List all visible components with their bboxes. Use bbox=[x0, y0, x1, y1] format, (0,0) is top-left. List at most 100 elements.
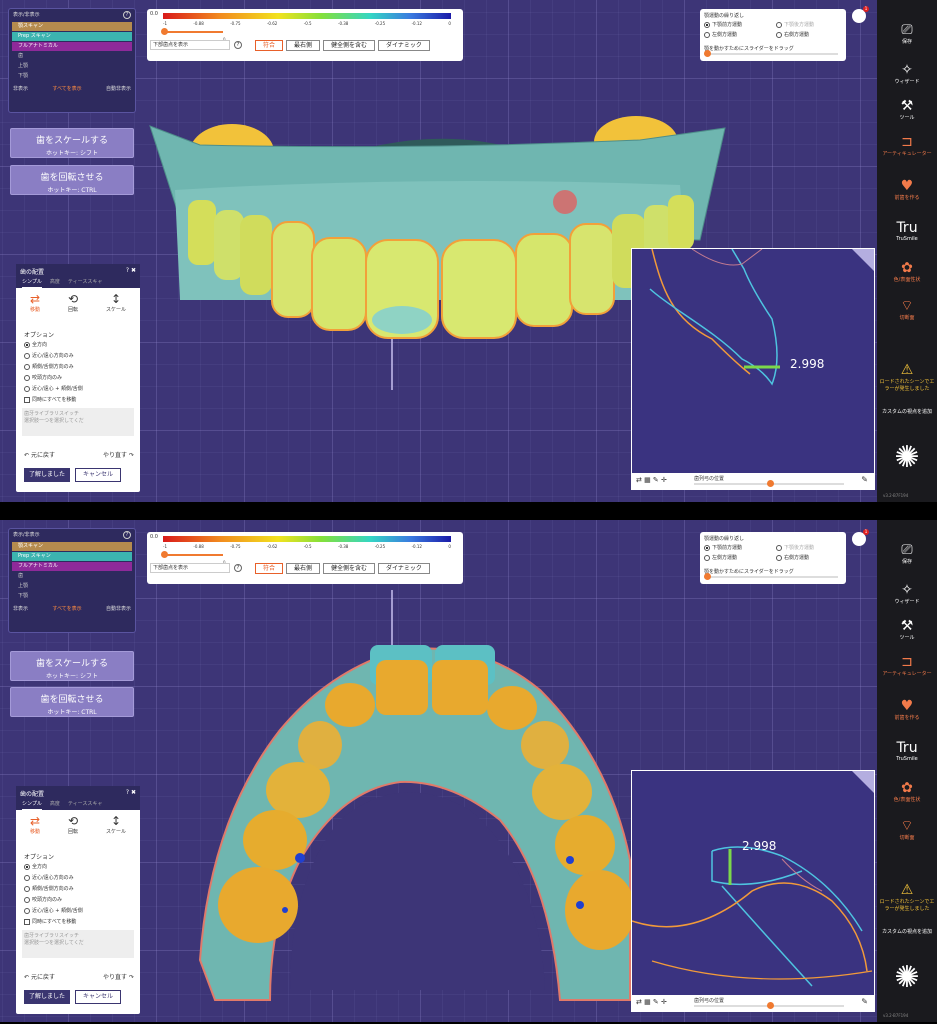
mode-button-rightmost[interactable]: 最右側 bbox=[286, 40, 321, 51]
visibility-upper-jaw[interactable]: 上顎 bbox=[12, 582, 132, 591]
visibility-row-prep-scan[interactable]: Prep スキャン bbox=[12, 552, 132, 561]
toolbar-articulator[interactable]: ⊐ アーティキュレーター bbox=[877, 134, 937, 157]
auto-hide-link[interactable]: 自動非表示 bbox=[106, 605, 131, 612]
tooth-library-switch[interactable]: 歯牙ライブラリスイッチ 選択肢一つを選択してくだ bbox=[22, 930, 134, 958]
visibility-row-full-anatomical[interactable]: フルアナトミカル bbox=[12, 562, 132, 571]
section-corner-handle[interactable] bbox=[852, 771, 874, 793]
brush-icon[interactable]: ✎ bbox=[861, 475, 868, 484]
option-buccal-lingual[interactable]: 頬側/舌側方向のみ bbox=[24, 884, 83, 895]
viewport-front-view[interactable]: 表示/非表示 ? 顎スキャン Prep スキャン フルアナトミカル 歯 上顎 下… bbox=[0, 0, 937, 502]
toolbar-save[interactable]: ⎚ 保存 bbox=[877, 22, 937, 45]
section-corner-handle[interactable] bbox=[852, 249, 874, 271]
toolbar-wizard[interactable]: ✧ ウィザード bbox=[877, 582, 937, 605]
section-tool-icons[interactable]: ⇄ ▦ ✎ ✛ bbox=[636, 998, 667, 1006]
scale-teeth-button[interactable]: 歯をスケールする ホットキー: シフト bbox=[10, 651, 134, 681]
help-icon[interactable]: ? bbox=[234, 41, 242, 49]
visibility-row-jaw-scan[interactable]: 顎スキャン bbox=[12, 22, 132, 31]
section-tool-icons[interactable]: ⇄ ▦ ✎ ✛ bbox=[636, 476, 667, 484]
movement-slider-knob[interactable] bbox=[704, 50, 711, 57]
movement-slider-track[interactable] bbox=[704, 53, 838, 55]
view-orientation-icon[interactable]: ✺ bbox=[877, 960, 937, 995]
cross-section-view[interactable]: 2.998 ⇄ ▦ ✎ ✛ 歯列弓の位置 ✎ bbox=[631, 248, 875, 490]
option-move-all[interactable]: 同時にすべてを移動 bbox=[24, 395, 83, 406]
redo-button[interactable]: やり直す ↷ bbox=[103, 972, 134, 981]
undo-button[interactable]: ↶ 元に戻す bbox=[24, 972, 55, 981]
add-custom-view[interactable]: カスタムの視点を追加 bbox=[877, 928, 937, 935]
option-cusp[interactable]: 咬頭方向のみ bbox=[24, 373, 83, 384]
visibility-group-teeth[interactable]: 歯 bbox=[12, 52, 132, 61]
brush-icon[interactable]: ✎ bbox=[861, 997, 868, 1006]
visibility-row-full-anatomical[interactable]: フルアナトミカル bbox=[12, 42, 132, 51]
mode-rotate[interactable]: ⟲ 回転 bbox=[68, 814, 78, 835]
toolbar-tooth-design[interactable]: ♥ 前歯を作る bbox=[877, 178, 937, 201]
mode-button-rightmost[interactable]: 最右側 bbox=[286, 563, 321, 574]
toolbar-tools[interactable]: ⚒ ツール bbox=[877, 618, 937, 641]
help-icon[interactable]: ? bbox=[234, 564, 242, 572]
mode-button-include-healthy[interactable]: 健全側を含む bbox=[323, 563, 376, 574]
mode-button-match[interactable]: 符合 bbox=[255, 40, 284, 51]
ok-button[interactable]: 了解しました bbox=[24, 990, 70, 1004]
visibility-upper-jaw[interactable]: 上顎 bbox=[12, 62, 132, 71]
threshold-slider-knob[interactable] bbox=[161, 28, 168, 35]
toolbar-color[interactable]: ✿ 色/表面性状 bbox=[877, 780, 937, 803]
rotate-teeth-button[interactable]: 歯を回転させる ホットキー: CTRL bbox=[10, 165, 134, 195]
movement-slider-track[interactable] bbox=[704, 576, 838, 578]
cancel-button[interactable]: キャンセル bbox=[75, 990, 121, 1004]
display-select[interactable]: 下部歯点を表示 bbox=[150, 40, 230, 50]
threshold-slider-knob[interactable] bbox=[161, 551, 168, 558]
redo-button[interactable]: やり直す ↷ bbox=[103, 450, 134, 459]
threshold-slider-track[interactable] bbox=[163, 31, 223, 33]
notification-bell-icon[interactable]: 1 bbox=[852, 6, 869, 23]
movement-option[interactable]: 右側方運動 bbox=[776, 554, 809, 561]
toolbar-save[interactable]: ⎚ 保存 bbox=[877, 542, 937, 565]
tab-advanced[interactable]: 高度 bbox=[50, 278, 60, 288]
tab-tooth-scan[interactable]: ティーススキャ bbox=[68, 278, 102, 288]
movement-option[interactable]: 下顎前方運動 bbox=[704, 544, 742, 551]
movement-option[interactable]: 下顎後方運動 bbox=[776, 21, 814, 28]
toolbar-articulator[interactable]: ⊐ アーティキュレーター bbox=[877, 654, 937, 677]
movement-option[interactable]: 右側方運動 bbox=[776, 31, 809, 38]
movement-option[interactable]: 左側方運動 bbox=[704, 31, 737, 38]
mode-button-include-healthy[interactable]: 健全側を含む bbox=[323, 40, 376, 51]
cancel-button[interactable]: キャンセル bbox=[75, 468, 121, 482]
option-all-directions[interactable]: 全方向 bbox=[24, 862, 83, 873]
show-all-link[interactable]: すべてを表示 bbox=[52, 605, 81, 612]
help-icon[interactable]: ? bbox=[126, 267, 129, 274]
toolbar-wizard[interactable]: ✧ ウィザード bbox=[877, 62, 937, 85]
tab-tooth-scan[interactable]: ティーススキャ bbox=[68, 800, 102, 810]
scale-teeth-button[interactable]: 歯をスケールする ホットキー: シフト bbox=[10, 128, 134, 158]
arch-position-knob[interactable] bbox=[767, 480, 774, 487]
option-combined[interactable]: 近心/遠心 + 頬側/舌側 bbox=[24, 906, 83, 917]
hide-label[interactable]: 非表示 bbox=[13, 605, 28, 612]
tooth-library-switch[interactable]: 歯牙ライブラリスイッチ 選択肢一つを選択してくだ bbox=[22, 408, 134, 436]
visibility-row-prep-scan[interactable]: Prep スキャン bbox=[12, 32, 132, 41]
add-custom-view[interactable]: カスタムの視点を追加 bbox=[877, 408, 937, 415]
option-all-directions[interactable]: 全方向 bbox=[24, 340, 83, 351]
undo-button[interactable]: ↶ 元に戻す bbox=[24, 450, 55, 459]
option-mesial-distal[interactable]: 近心/遠心方向のみ bbox=[24, 873, 83, 884]
scene-error-warning[interactable]: ⚠ ロードされたシーンでエラーが発生しました bbox=[877, 882, 937, 912]
mode-move[interactable]: ⇄ 移動 bbox=[30, 814, 40, 835]
mode-scale[interactable]: ↕ スケール bbox=[106, 292, 126, 313]
toolbar-tooth-design[interactable]: ♥ 前歯を作る bbox=[877, 698, 937, 721]
tab-advanced[interactable]: 高度 bbox=[50, 800, 60, 810]
movement-slider-knob[interactable] bbox=[704, 573, 711, 580]
toolbar-tools[interactable]: ⚒ ツール bbox=[877, 98, 937, 121]
tab-simple[interactable]: シンプル bbox=[22, 278, 42, 288]
viewport-occlusal-view[interactable]: 表示/非表示 ? 顎スキャン Prep スキャン フルアナトミカル 歯 上顎 下… bbox=[0, 520, 937, 1022]
notification-bell-icon[interactable]: 1 bbox=[852, 529, 869, 546]
toolbar-trusmile[interactable]: Tru TruSmile bbox=[877, 220, 937, 242]
display-select[interactable]: 下部歯点を表示 bbox=[150, 563, 230, 573]
scene-error-warning[interactable]: ⚠ ロードされたシーンでエラーが発生しました bbox=[877, 362, 937, 392]
option-move-all[interactable]: 同時にすべてを移動 bbox=[24, 917, 83, 928]
tab-simple[interactable]: シンプル bbox=[22, 800, 42, 810]
visibility-lower-jaw[interactable]: 下顎 bbox=[12, 592, 132, 601]
mode-move[interactable]: ⇄ 移動 bbox=[30, 292, 40, 313]
mode-rotate[interactable]: ⟲ 回転 bbox=[68, 292, 78, 313]
toolbar-color[interactable]: ✿ 色/表面性状 bbox=[877, 260, 937, 283]
rotate-teeth-button[interactable]: 歯を回転させる ホットキー: CTRL bbox=[10, 687, 134, 717]
toolbar-cut[interactable]: ⌔ 切断面 bbox=[877, 298, 937, 321]
mode-button-dynamic[interactable]: ダイナミック bbox=[378, 40, 430, 51]
movement-option[interactable]: 下顎後方運動 bbox=[776, 544, 814, 551]
show-all-link[interactable]: すべてを表示 bbox=[52, 85, 81, 92]
